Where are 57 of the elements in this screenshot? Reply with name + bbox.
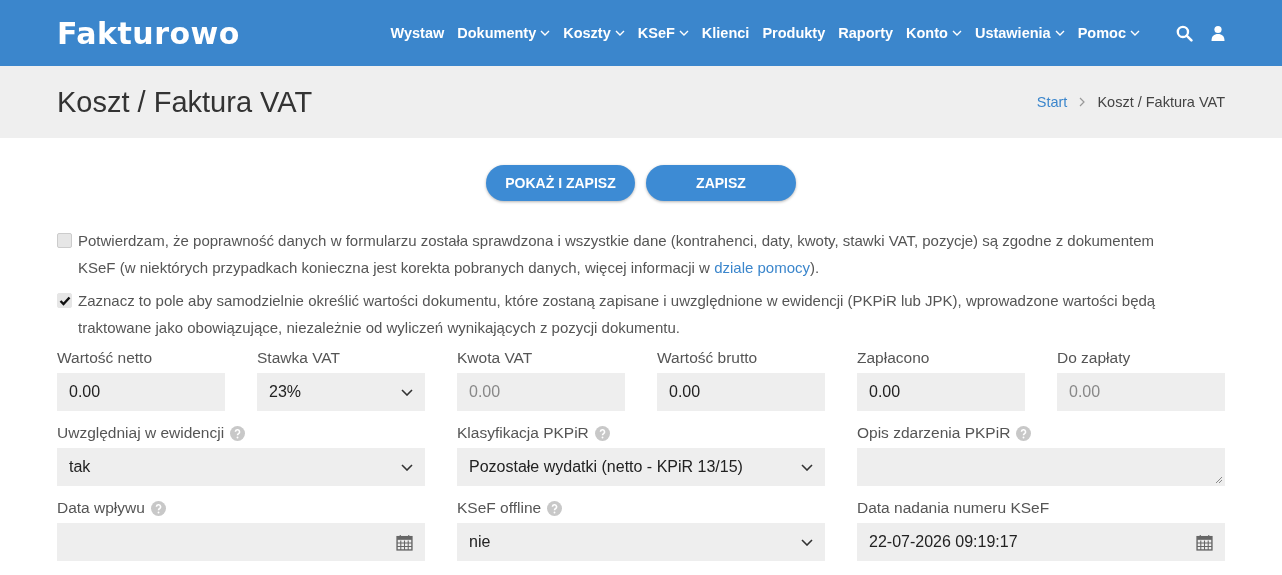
checkbox-label: Potwierdzam, że poprawność danych w formularzu została sprawdzona i wszystkie dane (kontrahenci, daty, kwoty, stawki VAT, pozycje) są zgodne z dokumentem KSeF (w niektórych przypadkach konieczna jest korekta pobranych danych, więcej informacji w dziale pomocy). — [78, 231, 1156, 278]
chevron-down-icon — [801, 463, 813, 471]
field-label: Data wpływu — [57, 499, 145, 517]
resize-handle-icon[interactable] — [1213, 474, 1223, 484]
input-field[interactable]: 0.00 — [57, 373, 225, 411]
select-field[interactable]: tak — [57, 448, 425, 486]
nav-menu-item[interactable]: Ustawienia — [974, 25, 1065, 41]
field-label: Uwzględniaj w ewidencji — [57, 424, 225, 442]
chevron-right-icon — [1079, 97, 1086, 107]
help-link[interactable]: dziale pomocy — [714, 259, 810, 276]
breadcrumb-link[interactable]: Start — [1036, 94, 1068, 110]
search-icon[interactable] — [1176, 24, 1193, 42]
nav-menu-item[interactable]: Dokumenty — [457, 25, 551, 41]
save-button[interactable]: ZAPISZ — [646, 165, 796, 201]
help-icon[interactable] — [594, 425, 610, 441]
chevron-down-icon — [801, 538, 813, 546]
field-label: Zapłacono — [857, 349, 930, 367]
user-icon[interactable] — [1211, 24, 1225, 42]
field-label: Wartość netto — [57, 349, 153, 367]
checkbox-label: Zaznacz to pole aby samodzielnie określić wartości dokumentu, które zostaną zapisane i uwzględnione w ewidencji (PKPiR lub JPK), wprowadzone wartości będą traktowane jako obowiązujące, niezależnie od wyliczeń wynikających z pozycji dokumentu. — [78, 291, 1157, 338]
chevron-down-icon — [401, 388, 413, 396]
checkbox[interactable] — [57, 233, 72, 248]
help-icon[interactable] — [1016, 425, 1032, 441]
save-button[interactable]: POKAŻ I ZAPISZ — [486, 165, 635, 201]
date-field[interactable] — [57, 523, 425, 561]
field-label: Data nadania numeru KSeF — [857, 499, 1050, 517]
nav-menu-item[interactable]: Koszty — [563, 25, 625, 41]
field-label: KSeF offline — [457, 499, 542, 517]
help-icon[interactable] — [547, 500, 563, 516]
help-icon[interactable] — [150, 500, 166, 516]
field-label: Wartość brutto — [657, 349, 758, 367]
field-label: Klasyfikacja PKPiR — [457, 424, 589, 442]
field-label: Do zapłaty — [1057, 349, 1131, 367]
field-label: Opis zdarzenia PKPiR — [857, 424, 1011, 442]
select-field[interactable]: nie — [457, 523, 825, 561]
calendar-icon[interactable] — [1196, 533, 1213, 551]
input-field[interactable]: 0.00 — [857, 373, 1025, 411]
nav-menu-item[interactable]: Pomoc — [1077, 25, 1140, 41]
select-field[interactable]: Pozostałe wydatki (netto - KPiR 13/15) — [457, 448, 825, 486]
select-field[interactable]: 23% — [257, 373, 425, 411]
nav-menu-item[interactable]: Raporty — [838, 25, 894, 41]
nav-menu-item[interactable]: KSeF — [637, 25, 689, 41]
breadcrumb-current: Koszt / Faktura VAT — [1097, 94, 1225, 110]
nav-menu-item[interactable]: Konto — [906, 25, 962, 41]
calendar-icon[interactable] — [396, 533, 413, 551]
input-field[interactable]: 0.00 — [657, 373, 825, 411]
field-label: Kwota VAT — [457, 349, 533, 367]
nav-menu-item[interactable]: Wystaw — [390, 25, 445, 41]
help-icon[interactable] — [230, 425, 246, 441]
page-title: Koszt / Faktura VAT — [57, 85, 313, 119]
checkbox[interactable] — [57, 293, 72, 308]
nav-menu-item[interactable]: Klienci — [701, 25, 750, 41]
field-label: Stawka VAT — [257, 349, 340, 367]
chevron-down-icon — [401, 463, 413, 471]
logo[interactable]: Fakturowo — [57, 15, 240, 51]
nav-menu-item[interactable]: Produkty — [762, 25, 826, 41]
date-field[interactable]: 22-07-2026 09:19:17 — [857, 523, 1225, 561]
